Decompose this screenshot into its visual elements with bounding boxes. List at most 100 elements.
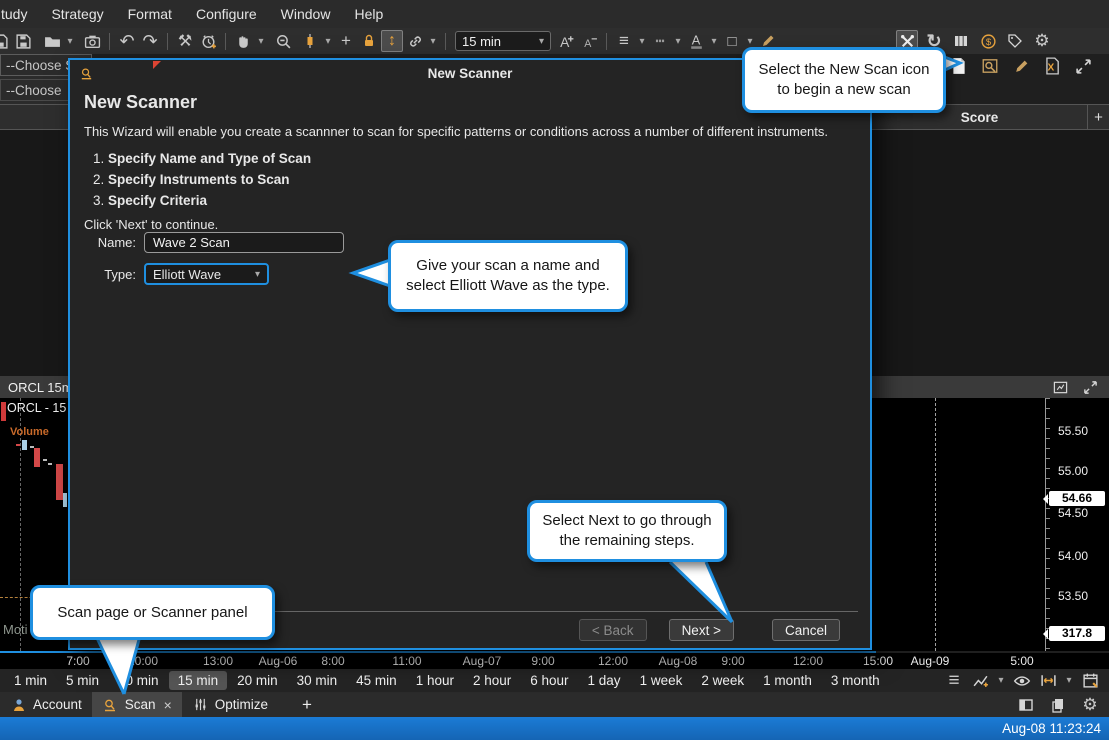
redo-icon[interactable]: ↷ — [139, 30, 161, 52]
expand-panel-icon[interactable] — [1072, 55, 1094, 77]
columns-table-icon[interactable] — [950, 30, 972, 52]
timeframe-tools: ≡ ▾ ▾ — [943, 670, 1109, 692]
timeframe-3month[interactable]: 3 month — [822, 671, 889, 690]
add-tab-button[interactable]: + — [278, 692, 322, 717]
text-color-dropdown-icon[interactable]: ▾ — [708, 30, 720, 52]
toolbar-divider — [109, 33, 110, 50]
menu-window[interactable]: Window — [269, 6, 343, 22]
scanner-table-header-left — [0, 104, 68, 130]
timeframe-1month[interactable]: 1 month — [754, 671, 821, 690]
back-button[interactable]: < Back — [579, 619, 647, 641]
timeframe-1week[interactable]: 1 week — [631, 671, 692, 690]
candlestick — [48, 463, 52, 465]
timeframe-bar: 1 min 5 min 10 min 15 min 20 min 30 min … — [0, 669, 1109, 692]
timeframe-menu-icon[interactable]: ≡ — [943, 670, 965, 692]
line-width-dropdown-icon[interactable]: ▾ — [636, 30, 648, 52]
line-style-icon[interactable]: ┅ — [649, 30, 671, 52]
font-increase-icon[interactable]: A — [555, 30, 577, 52]
time-axis[interactable]: 7:00 10:00 13:00 Aug-06 8:00 11:00 Aug-0… — [0, 653, 1109, 669]
popout-chart-icon[interactable] — [1049, 376, 1071, 398]
scale-range-icon[interactable] — [1037, 670, 1059, 692]
unlink-icon[interactable] — [404, 30, 426, 52]
open-file-icon[interactable] — [41, 30, 63, 52]
cancel-button[interactable]: Cancel — [772, 619, 840, 641]
callout-arrow-down — [88, 632, 158, 698]
menu-help[interactable]: Help — [342, 6, 395, 22]
timeframe-2hour[interactable]: 2 hour — [464, 671, 520, 690]
timeframe-30min[interactable]: 30 min — [288, 671, 347, 690]
duplicate-pages-icon[interactable] — [1047, 694, 1069, 716]
add-study-dropdown-icon[interactable]: ▾ — [995, 670, 1007, 692]
build-tools-icon[interactable]: ⚒ — [174, 30, 196, 52]
view-scan-icon[interactable] — [979, 55, 1001, 77]
line-style-dropdown-icon[interactable]: ▾ — [672, 30, 684, 52]
timeframe-1hour[interactable]: 1 hour — [407, 671, 463, 690]
zoom-out-icon[interactable] — [272, 30, 294, 52]
add-column-button[interactable]: + — [1087, 105, 1109, 129]
menu-configure[interactable]: Configure — [184, 6, 269, 22]
price-axis[interactable]: 55.50 55.00 54.50 54.00 53.50 54.66 317.… — [1045, 398, 1109, 651]
timeframe-45min[interactable]: 45 min — [347, 671, 406, 690]
text-color-icon[interactable]: A — [685, 30, 707, 52]
scan-type-select[interactable]: Elliott Wave ▾ — [144, 263, 269, 285]
visibility-eye-icon[interactable] — [1011, 670, 1033, 692]
pan-dropdown-icon[interactable]: ▾ — [255, 30, 267, 52]
menu-strategy[interactable]: Strategy — [39, 6, 115, 22]
close-tab-icon[interactable]: × — [164, 697, 172, 713]
wizard-step: Specify Criteria — [108, 190, 870, 211]
price-tick: 54.00 — [1058, 549, 1088, 563]
timeframe-1day[interactable]: 1 day — [579, 671, 630, 690]
scan-name-input[interactable] — [144, 232, 344, 253]
menu-format[interactable]: Format — [116, 6, 184, 22]
callout-new-scan: Select the New Scan icon to begin a new … — [742, 47, 946, 113]
time-tick: 9:00 — [721, 654, 744, 668]
shape-fill-icon[interactable]: □ — [721, 30, 743, 52]
callout-arrow-next — [640, 558, 740, 628]
line-width-icon[interactable]: ≡ — [613, 30, 635, 52]
pan-hand-icon[interactable] — [232, 30, 254, 52]
font-decrease-icon[interactable]: A — [578, 30, 600, 52]
layout-panels-icon[interactable] — [1015, 694, 1037, 716]
workspace-gear-icon[interactable]: ⚙ — [1079, 694, 1101, 716]
candlestick — [16, 444, 20, 446]
timeframe-1min[interactable]: 1 min — [5, 671, 56, 690]
timeframe-20min[interactable]: 20 min — [228, 671, 287, 690]
tab-optimize[interactable]: Optimize — [182, 692, 278, 717]
undo-icon[interactable]: ↶ — [116, 30, 138, 52]
export-excel-icon[interactable]: X — [1041, 55, 1063, 77]
screenshot-camera-icon[interactable] — [81, 30, 103, 52]
bar-type-icon[interactable] — [299, 30, 321, 52]
dialog-heading: New Scanner — [84, 92, 856, 113]
link-lock-icon[interactable] — [358, 30, 380, 52]
settings-gear-icon[interactable]: ⚙ — [1031, 30, 1053, 52]
maximize-chart-icon[interactable] — [1079, 376, 1101, 398]
add-study-chart-icon[interactable] — [969, 670, 991, 692]
type-dropdown-icon: ▾ — [255, 263, 260, 285]
bar-type-dropdown-icon[interactable]: ▾ — [322, 30, 334, 52]
time-sales-icon[interactable]: $ — [977, 30, 999, 52]
candlestick — [63, 493, 67, 507]
calendar-icon[interactable] — [1079, 670, 1101, 692]
toolbar-divider — [167, 33, 168, 50]
callout-scan-page: Scan page or Scanner panel — [30, 585, 275, 640]
timeframe-15min[interactable]: 15 min — [169, 671, 228, 690]
scale-range-dropdown-icon[interactable]: ▾ — [1063, 670, 1075, 692]
save-icon[interactable] — [0, 30, 11, 52]
unlink-dropdown-icon[interactable]: ▾ — [427, 30, 439, 52]
menu-study[interactable]: tudy — [0, 6, 39, 22]
timeframe-6hour[interactable]: 6 hour — [521, 671, 577, 690]
price-tick: 53.50 — [1058, 589, 1088, 603]
interval-combobox[interactable]: 15 min ▾ — [455, 31, 551, 51]
crosshair-add-icon[interactable]: + — [335, 30, 357, 52]
fit-vertical-icon[interactable]: ↕ — [381, 30, 403, 52]
scan-type-value: Elliott Wave — [153, 267, 221, 282]
edit-scan-icon[interactable] — [1010, 55, 1032, 77]
save-all-icon[interactable] — [12, 30, 34, 52]
timeframe-2week[interactable]: 2 week — [692, 671, 753, 690]
open-file-dropdown-icon[interactable]: ▾ — [64, 30, 76, 52]
price-label-tag-icon[interactable] — [1004, 30, 1026, 52]
tab-scan-label: Scan — [125, 697, 156, 712]
alarm-add-icon[interactable] — [197, 30, 219, 52]
interval-dropdown-icon: ▾ — [539, 30, 544, 52]
tab-account[interactable]: Account — [0, 692, 92, 717]
